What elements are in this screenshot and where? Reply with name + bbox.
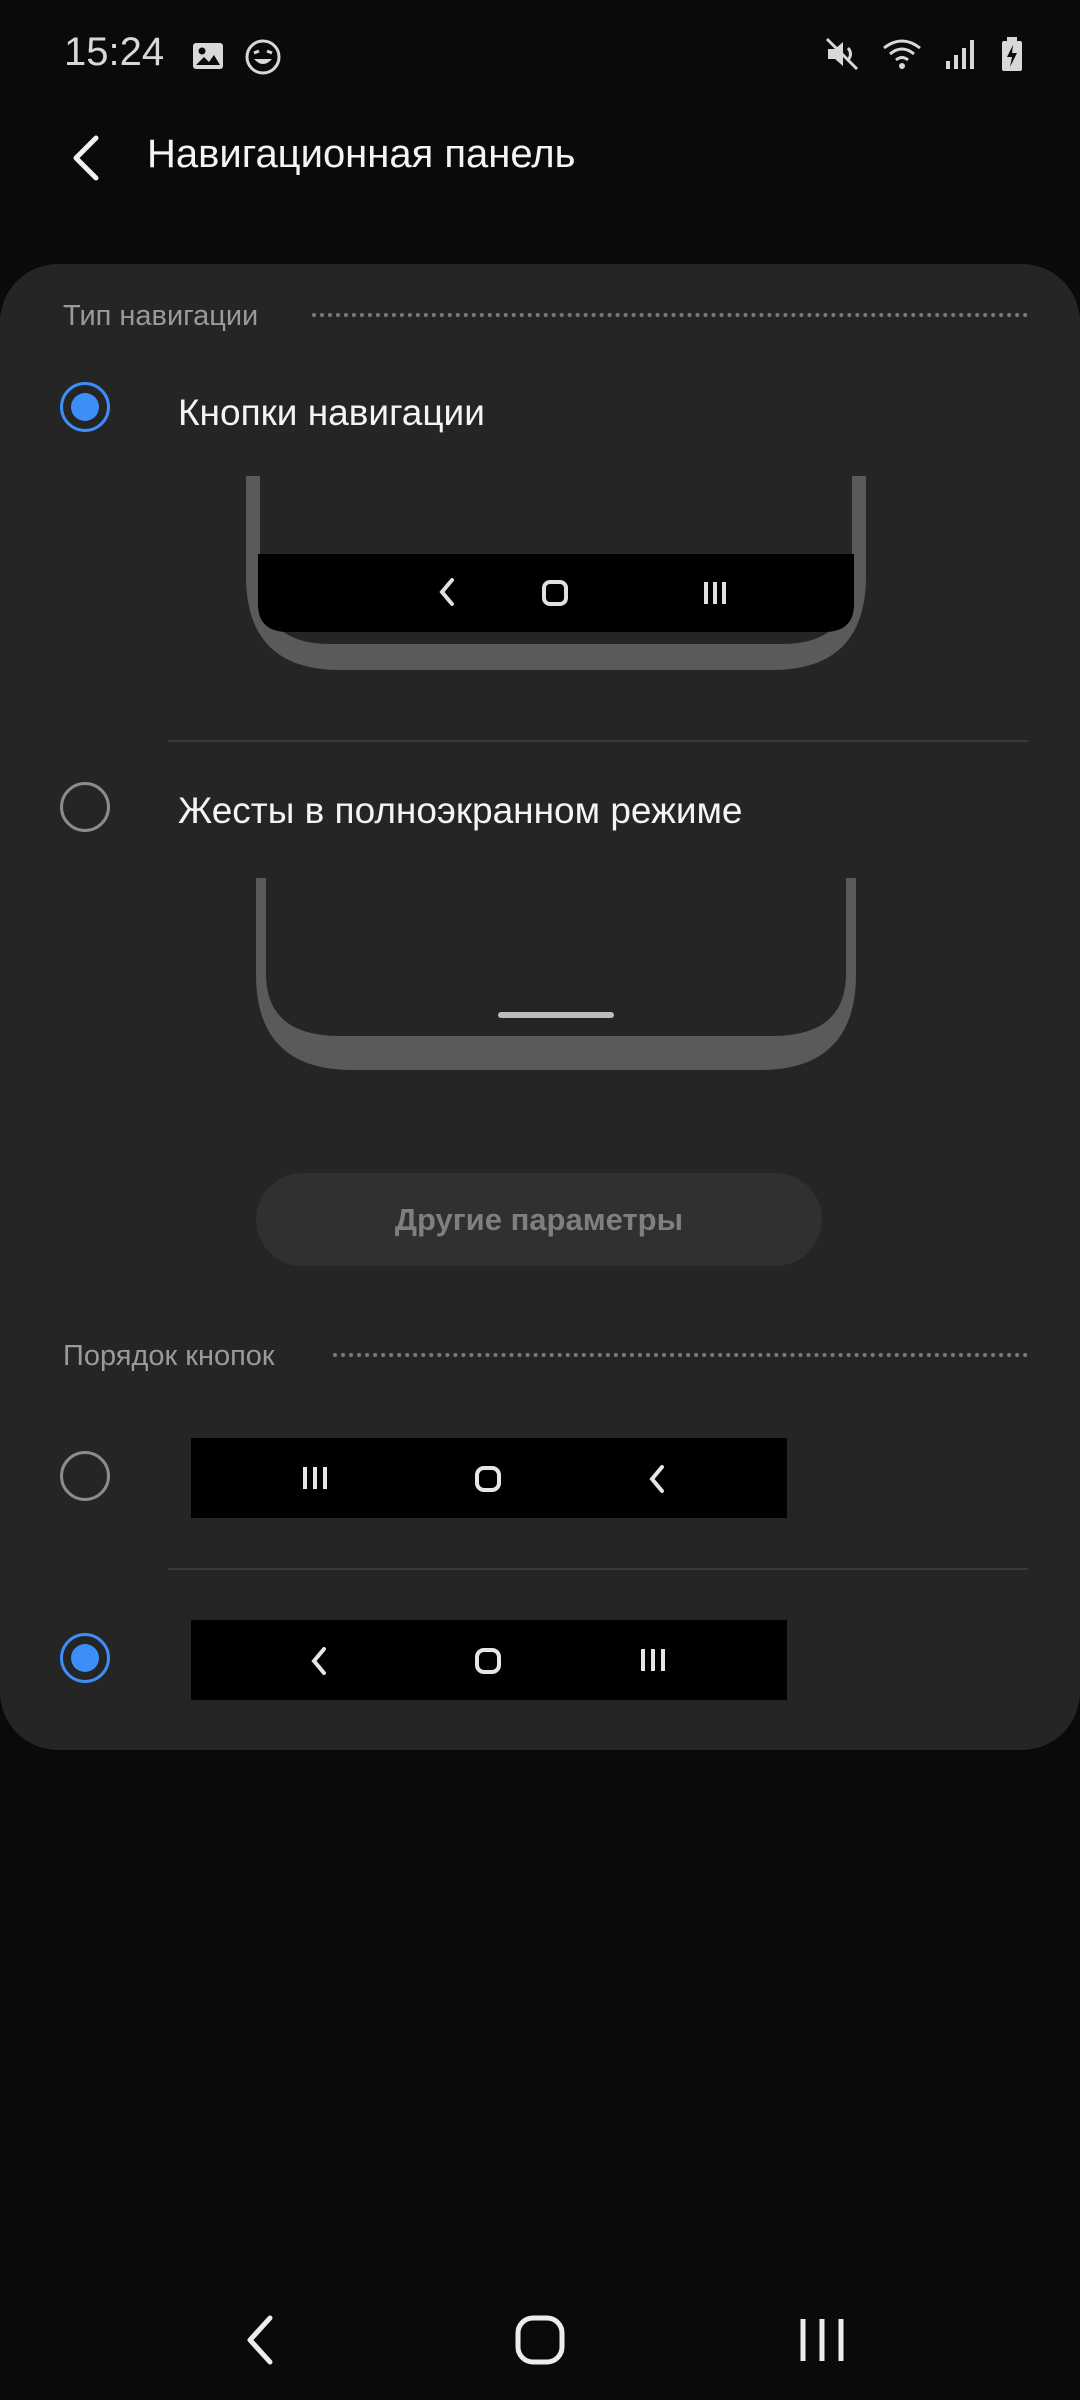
radio-fullscreen-gestures[interactable] (60, 782, 110, 832)
more-options-button[interactable]: Другие параметры (256, 1173, 822, 1266)
system-back-button[interactable] (240, 2312, 280, 2368)
radio-order-back-home-recents[interactable] (60, 1633, 110, 1683)
section-label-navigation-type: Тип навигации (63, 300, 259, 332)
option-order-back-home-recents[interactable] (60, 1620, 790, 1700)
order-preview-recents-home-back (191, 1438, 787, 1518)
option-divider (168, 1568, 1028, 1570)
status-system-icons (824, 36, 1024, 72)
system-home-button[interactable] (514, 2314, 566, 2366)
home-icon (475, 1648, 501, 1674)
option-label-navigation-buttons: Кнопки навигации (178, 392, 485, 433)
page-title: Навигационная панель (147, 132, 576, 176)
wifi-icon (883, 39, 921, 69)
section-divider-dots (312, 313, 1028, 317)
home-icon (475, 1466, 501, 1492)
gallery-notification-icon (193, 43, 223, 69)
system-navigation-bar (0, 2270, 1080, 2400)
option-divider (168, 740, 1028, 742)
option-order-recents-home-back[interactable] (60, 1438, 790, 1518)
back-arrow-icon (73, 135, 99, 181)
option-fullscreen-gestures[interactable]: Жесты в полноэкранном режиме (60, 778, 1030, 1078)
section-divider-dots (333, 1353, 1028, 1357)
back-button[interactable] (60, 126, 116, 190)
section-label-button-order: Порядок кнопок (63, 1340, 275, 1372)
back-icon (311, 1647, 326, 1675)
system-recents-button[interactable] (798, 2316, 846, 2364)
radio-order-recents-home-back[interactable] (60, 1451, 110, 1501)
order-preview-back-home-recents (191, 1620, 787, 1700)
status-notification-icons (190, 38, 282, 76)
option-label-fullscreen-gestures: Жесты в полноэкранном режиме (178, 790, 743, 831)
navigation-buttons-preview (246, 476, 866, 670)
mute-icon (825, 37, 859, 71)
signal-icon (946, 40, 974, 69)
back-icon (649, 1465, 664, 1493)
gesture-handle-icon (498, 1012, 614, 1018)
status-time: 15:24 (64, 30, 165, 74)
emoji-notification-icon (245, 39, 281, 75)
option-navigation-buttons[interactable]: Кнопки навигации (60, 382, 1030, 682)
recents-icon (641, 1649, 665, 1671)
battery-charging-icon (1002, 37, 1022, 71)
recents-icon (303, 1467, 327, 1489)
radio-navigation-buttons[interactable] (60, 382, 110, 432)
gestures-preview-frame (256, 878, 856, 1070)
